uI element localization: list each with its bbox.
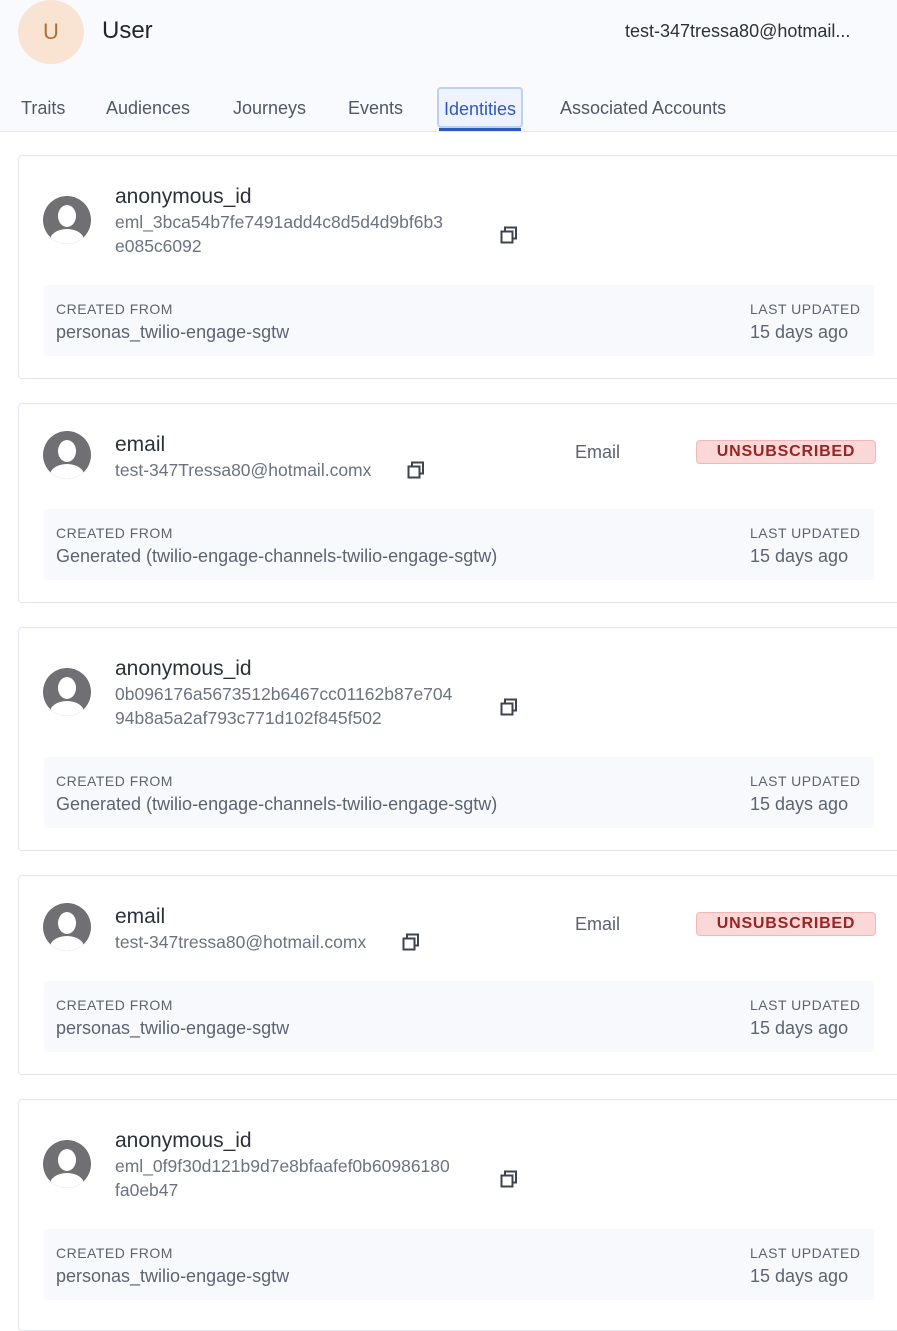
created-from-value: personas_twilio-engage-sgtw (56, 1266, 290, 1286)
channel-label: Email (575, 914, 621, 934)
identity-value-line: fa0eb47 (115, 1180, 179, 1200)
last-updated-label: LAST UPDATED (750, 773, 861, 789)
page-title: User (102, 17, 153, 44)
identity-card: anonymous_id eml_3bca54b7fe7491add4c8d5d… (18, 155, 897, 379)
identity-meta: CREATED FROM Generated (twilio-engage-ch… (44, 509, 874, 580)
created-from-label: CREATED FROM (56, 525, 173, 541)
last-updated-value: 15 days ago (750, 794, 849, 814)
created-from-value: personas_twilio-engage-sgtw (56, 1018, 290, 1038)
last-updated-value: 15 days ago (750, 322, 849, 342)
last-updated-label: LAST UPDATED (750, 1245, 861, 1261)
tab-events[interactable]: Events (348, 98, 403, 119)
identity-card: email test-347tressa80@hotmail.comx Emai… (18, 875, 897, 1075)
identity-type: email (115, 905, 166, 928)
status-badge: UNSUBSCRIBED (696, 440, 876, 464)
created-from-value: personas_twilio-engage-sgtw (56, 322, 290, 342)
last-updated-label: LAST UPDATED (750, 525, 861, 541)
tab-bar: Traits Audiences Journeys Events Identit… (0, 86, 897, 131)
copy-icon[interactable] (500, 1170, 518, 1188)
copy-icon[interactable] (500, 226, 518, 244)
identity-value-line: 0b096176a5673512b6467cc01162b87e704 (115, 684, 453, 704)
created-from-value: Generated (twilio-engage-channels-twilio… (56, 546, 498, 566)
last-updated-value: 15 days ago (750, 1018, 849, 1038)
identity-meta: CREATED FROM personas_twilio-engage-sgtw… (44, 285, 874, 356)
avatar-initial: U (43, 19, 59, 44)
identity-value: 0b096176a5673512b6467cc01162b87e704 94b8… (115, 682, 452, 730)
identity-value: test-347tressa80@hotmail.comx (115, 930, 366, 954)
identity-value: test-347Tressa80@hotmail.comx (115, 458, 371, 482)
created-from-label: CREATED FROM (56, 997, 173, 1013)
status-badge: UNSUBSCRIBED (696, 912, 876, 936)
user-email: test-347tressa80@hotmail... (625, 21, 851, 41)
active-tab-indicator (439, 128, 522, 131)
identity-type: anonymous_id (115, 1129, 252, 1152)
tab-traits[interactable]: Traits (21, 98, 65, 119)
channel-label: Email (575, 442, 621, 462)
identity-value-line: e085c6092 (115, 236, 202, 256)
identity-card: email test-347Tressa80@hotmail.comx Emai… (18, 403, 897, 603)
identity-meta: CREATED FROM personas_twilio-engage-sgtw… (44, 1229, 874, 1300)
person-icon (43, 1140, 91, 1188)
created-from-label: CREATED FROM (56, 1245, 173, 1261)
identity-meta: CREATED FROM Generated (twilio-engage-ch… (44, 757, 874, 828)
identity-value-line: test-347tressa80@hotmail.comx (115, 932, 367, 952)
profile-header: U User test-347tressa80@hotmail... Trait… (0, 0, 897, 132)
identity-value-line: eml_3bca54b7fe7491add4c8d5d4d9bf6b3 (115, 212, 443, 232)
last-updated-label: LAST UPDATED (750, 997, 861, 1013)
person-icon (43, 196, 91, 244)
last-updated-label: LAST UPDATED (750, 301, 861, 317)
tab-audiences[interactable]: Audiences (106, 98, 190, 119)
identity-type: anonymous_id (115, 657, 252, 680)
tab-identities[interactable]: Identities (437, 87, 524, 131)
copy-icon[interactable] (500, 698, 518, 716)
last-updated-value: 15 days ago (750, 546, 849, 566)
identity-type: anonymous_id (115, 185, 252, 208)
last-updated-value: 15 days ago (750, 1266, 849, 1286)
created-from-label: CREATED FROM (56, 773, 173, 789)
tab-associated-accounts[interactable]: Associated Accounts (560, 98, 726, 119)
tab-identities-label: Identities (444, 99, 517, 119)
identity-card: anonymous_id 0b096176a5673512b6467cc0116… (18, 627, 897, 851)
person-icon (43, 431, 91, 479)
identity-meta: CREATED FROM personas_twilio-engage-sgtw… (44, 981, 874, 1052)
person-icon (43, 903, 91, 951)
avatar: U (18, 0, 84, 64)
copy-icon[interactable] (402, 933, 420, 951)
identity-value-line: test-347Tressa80@hotmail.comx (115, 460, 372, 480)
identity-type: email (115, 433, 166, 456)
tab-journeys[interactable]: Journeys (233, 98, 306, 119)
identity-value-line: eml_0f9f30d121b9d7e8bfaafef0b60986180 (115, 1156, 450, 1176)
created-from-label: CREATED FROM (56, 301, 173, 317)
identity-value-line: 94b8a5a2af793c771d102f845f502 (115, 708, 382, 728)
person-icon (43, 668, 91, 716)
created-from-value: Generated (twilio-engage-channels-twilio… (56, 794, 498, 814)
copy-icon[interactable] (407, 461, 425, 479)
identity-card: anonymous_id eml_0f9f30d121b9d7e8bfaafef… (18, 1099, 897, 1331)
identity-value: eml_0f9f30d121b9d7e8bfaafef0b60986180 fa… (115, 1154, 450, 1202)
identity-value: eml_3bca54b7fe7491add4c8d5d4d9bf6b3 e085… (115, 210, 443, 258)
